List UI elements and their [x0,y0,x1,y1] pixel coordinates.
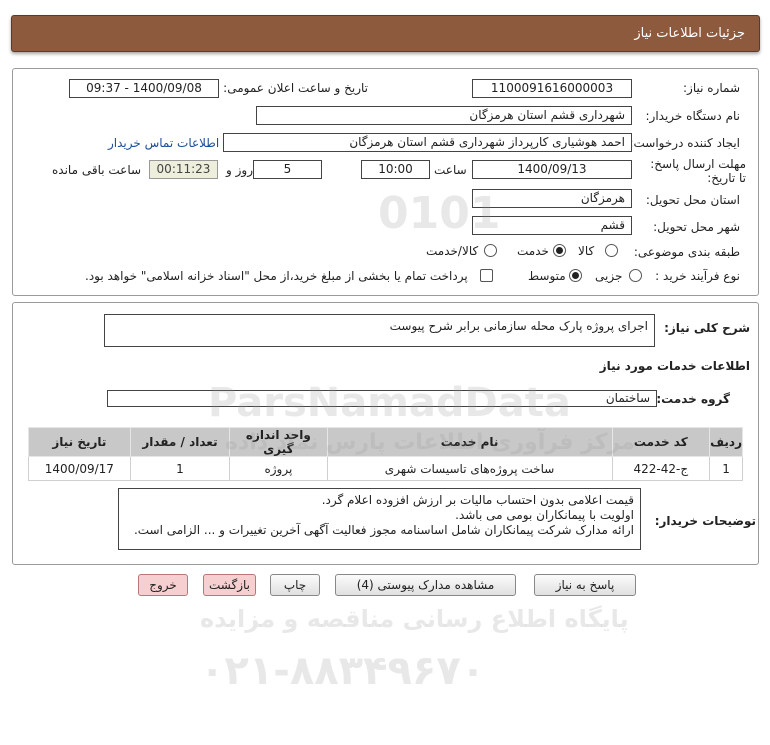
general-desc-label: شرح کلی نیاز: [664,321,750,335]
city-field[interactable]: قشم [472,216,632,235]
general-desc-box[interactable]: اجرای پروژه پارک محله سازمانی برابر شرح … [104,314,655,347]
category-option-service: خدمت [517,244,549,258]
treasury-checkbox[interactable] [480,269,493,282]
cell-need-date: 1400/09/17 [28,456,131,481]
exit-button[interactable]: خروج [138,574,188,596]
buyer-contact-link[interactable]: اطلاعات تماس خریدار [108,136,219,150]
category-label: طبقه بندی موضوعی: [633,245,740,259]
back-button[interactable]: بازگشت [203,574,256,596]
cell-service-name: ساخت پروژه‌های تاسیسات شهری [326,456,613,481]
deadline-time-field[interactable]: 10:00 [361,160,430,179]
page-header: جزئیات اطلاعات نیاز [11,15,760,52]
service-group-label: گروه خدمت: [656,392,730,406]
service-group-field[interactable]: ساختمان [107,390,657,407]
cell-row-no: 1 [709,456,743,481]
col-header-need-date: تاریخ نیاز [28,427,131,457]
watermark-phone: ۰۲۱-۸۸۳۴۹۶۷۰ [200,648,486,694]
watermark-persian-line-2: پایگاه اطلاع رسانی مناقصه و مزایده [200,605,629,633]
cell-quantity: 1 [129,456,231,481]
purchase-option-medium: متوسط [528,269,566,283]
services-table: ردیف کد خدمت نام خدمت واحد اندازه گیری ت… [28,427,743,481]
deadline-time-label: ساعت [434,163,467,177]
remaining-time-label: ساعت باقی مانده [52,163,142,177]
cell-unit: پروژه [229,456,328,481]
col-header-quantity: تعداد / مقدار [129,427,231,457]
need-number-label: شماره نیاز: [683,81,740,95]
purchase-radio-medium[interactable] [569,269,582,282]
purchase-option-minor: جزیی [595,269,623,283]
buyer-notes-box[interactable]: قیمت اعلامی بدون احتساب مالیات بر ارزش ا… [118,488,641,550]
province-label: استان محل تحویل: [645,193,740,207]
requester-field[interactable]: احمد هوشیاری کارپرداز شهرداری قشم استان … [223,133,632,152]
category-option-goods-service: کالا/خدمت [426,244,479,258]
col-header-unit: واحد اندازه گیری [229,427,328,457]
category-radio-goods-service[interactable] [484,244,497,257]
category-radio-goods[interactable] [605,244,618,257]
buyer-note-line: اولویت با پیمانکاران بومی می باشد. [455,508,634,522]
need-number-field[interactable]: 1100091616000003 [472,79,632,98]
services-table-wrap: ردیف کد خدمت نام خدمت واحد اندازه گیری ت… [28,427,743,481]
table-row[interactable]: 1 ج-42-422 ساخت پروژه‌های تاسیسات شهری پ… [28,456,743,481]
col-header-service-code: کد خدمت [611,427,711,457]
treasury-checkbox-label: پرداخت تمام یا بخشی از مبلغ خرید،از محل … [85,269,468,283]
province-field[interactable]: هرمزگان [472,189,632,208]
buyer-notes-label: توضیحات خریدار: [654,514,756,528]
table-header-row: ردیف کد خدمت نام خدمت واحد اندازه گیری ت… [28,427,743,457]
radio-selected-dot [572,272,579,279]
deadline-days-label: روز و [226,163,253,177]
buyer-org-label: نام دستگاه خریدار: [645,109,741,123]
services-section-title: اطلاعات خدمات مورد نیاز [599,359,750,373]
col-header-row-no: ردیف [709,427,743,457]
announce-datetime-label: تاریخ و ساعت اعلان عمومی: [223,81,368,95]
deadline-date-field[interactable]: 1400/09/13 [472,160,632,179]
city-label: شهر محل تحویل: [653,220,740,234]
remaining-time-field: 00:11:23 [149,160,218,179]
deadline-label: مهلت ارسال پاسخ: تا تاریخ: [650,157,746,185]
announce-datetime-field[interactable]: 1400/09/08 - 09:37 [69,79,219,98]
purchase-type-label: نوع فرآیند خرید : [655,269,740,283]
buyer-note-line: قیمت اعلامی بدون احتساب مالیات بر ارزش ا… [321,493,634,507]
deadline-days-field[interactable]: 5 [253,160,322,179]
col-header-service-name: نام خدمت [326,427,613,457]
category-radio-service[interactable] [553,244,566,257]
print-button[interactable]: چاپ [270,574,320,596]
requester-label: ایجاد کننده درخواست: [629,136,740,150]
cell-service-code: ج-42-422 [611,456,711,481]
buyer-note-line: ارائه مدارک شرکت پیمانکاران شامل اساسنام… [133,523,634,537]
category-option-goods: کالا [578,244,595,258]
reply-button[interactable]: پاسخ به نیاز [534,574,636,596]
purchase-radio-minor[interactable] [629,269,642,282]
view-attachments-button[interactable]: مشاهده مدارک پیوستی (4) [335,574,516,596]
buyer-org-field[interactable]: شهرداری قشم استان هرمزگان [256,106,632,125]
page-title: جزئیات اطلاعات نیاز [634,26,745,41]
radio-selected-dot [556,247,563,254]
